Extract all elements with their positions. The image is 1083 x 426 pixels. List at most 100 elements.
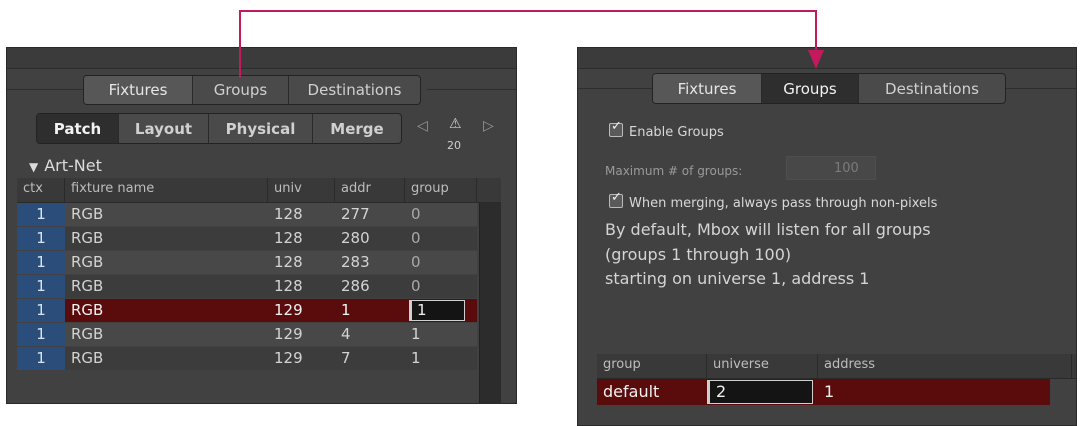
section-art-net[interactable]: ▼ Art-Net: [29, 156, 102, 175]
table-scrollbar[interactable]: [479, 203, 501, 403]
tabbar-separator: [578, 88, 652, 89]
univ-cell: 128: [274, 205, 303, 223]
group-edit-field[interactable]: 1: [409, 300, 465, 321]
left-panel: Fixtures Groups Destinations Patch Layou…: [6, 47, 517, 404]
enable-groups-label: Enable Groups: [629, 125, 724, 140]
tab-groups[interactable]: Groups: [762, 74, 859, 103]
ctx-badge: 1: [17, 227, 65, 250]
addr-cell: 277: [341, 205, 370, 223]
tab-merge[interactable]: Merge: [313, 114, 401, 143]
addr-cell: 283: [341, 253, 370, 271]
right-top-tabs: Fixtures Groups Destinations: [652, 73, 1006, 104]
left-panel-titlebar: [7, 48, 516, 69]
ctx-badge: 1: [17, 203, 65, 226]
col-spacer: [477, 178, 501, 202]
prev-arrow-icon[interactable]: ◁: [417, 118, 428, 134]
fixture-name-cell: RGB: [71, 253, 104, 271]
tabbar-separator: [7, 89, 83, 90]
fixture-name-cell: RGB: [71, 325, 104, 343]
table-row[interactable]: 1 RGB 129 7 1: [17, 347, 477, 370]
info-text-line: By default, Mbox will listen for all gro…: [605, 220, 931, 239]
ctx-badge: 1: [17, 275, 65, 298]
merge-passthrough-label: When merging, always pass through non-pi…: [629, 196, 938, 211]
fixture-name-cell: RGB: [71, 349, 104, 367]
col-group[interactable]: group: [597, 354, 707, 378]
tabbar-separator: [427, 89, 516, 90]
univ-cell: 129: [274, 325, 303, 343]
section-title: Art-Net: [44, 156, 102, 175]
addr-cell: 1: [341, 301, 351, 319]
right-panel: Fixtures Groups Destinations Enable Grou…: [577, 47, 1077, 426]
group-cell: 1: [411, 325, 421, 343]
fixture-table-body: 1 RGB 128 277 0 1 RGB 128 280 0 1 RGB 12…: [17, 203, 501, 403]
warning-icon: ⚠: [449, 116, 462, 132]
next-arrow-icon[interactable]: ▷: [483, 118, 494, 134]
group-cell: 0: [411, 253, 421, 271]
left-sub-tabs: Patch Layout Physical Merge: [36, 113, 402, 144]
tab-layout[interactable]: Layout: [119, 114, 209, 143]
fixture-table-header: ctx fixture name univ addr group: [17, 178, 501, 203]
checkbox-icon[interactable]: [609, 119, 623, 137]
tab-groups[interactable]: Groups: [193, 76, 289, 104]
univ-cell: 129: [274, 349, 303, 367]
group-cell: 1: [411, 349, 421, 367]
ctx-badge: 1: [17, 251, 65, 274]
col-address[interactable]: address: [818, 354, 1072, 378]
warning-count: 20: [447, 139, 461, 152]
max-groups-field[interactable]: [786, 156, 876, 180]
max-groups-value: 100: [834, 161, 859, 176]
table-row[interactable]: 1 RGB 128 286 0: [17, 275, 477, 298]
univ-cell: 128: [274, 253, 303, 271]
group-cell: 0: [411, 277, 421, 295]
info-text-line: (groups 1 through 100): [605, 245, 792, 264]
universe-edit-field[interactable]: 2: [707, 380, 813, 404]
table-row[interactable]: 1 RGB 128 277 0: [17, 203, 477, 226]
addr-cell: 286: [341, 277, 370, 295]
col-universe[interactable]: universe: [707, 354, 818, 378]
fixture-name-cell: RGB: [71, 229, 104, 247]
addr-cell: 7: [341, 349, 351, 367]
tab-fixtures[interactable]: Fixtures: [84, 76, 193, 104]
group-cell-container: 1: [405, 299, 477, 322]
enable-groups-checkbox[interactable]: Enable Groups: [609, 119, 724, 140]
col-addr[interactable]: addr: [335, 178, 405, 202]
fixture-name-cell: RGB: [71, 301, 104, 319]
universe-cell-container: 2: [707, 379, 818, 405]
info-text-line: starting on universe 1, address 1: [605, 269, 870, 288]
table-row[interactable]: 1 RGB 129 4 1: [17, 323, 477, 346]
univ-cell: 128: [274, 277, 303, 295]
col-group[interactable]: group: [405, 178, 477, 202]
merge-passthrough-checkbox[interactable]: When merging, always pass through non-pi…: [609, 190, 938, 211]
group-cell: default: [603, 382, 660, 401]
univ-cell: 128: [274, 229, 303, 247]
table-row[interactable]: 1 RGB 128 283 0: [17, 251, 477, 274]
ctx-badge: 1: [17, 299, 65, 322]
ctx-badge: 1: [17, 323, 65, 346]
table-row[interactable]: 1 RGB 128 280 0: [17, 227, 477, 250]
right-panel-titlebar: [578, 48, 1076, 69]
disclosure-triangle-icon[interactable]: ▼: [29, 160, 38, 174]
max-groups-label: Maximum # of groups:: [605, 164, 743, 178]
fixture-name-cell: RGB: [71, 277, 104, 295]
univ-cell: 129: [274, 301, 303, 319]
col-univ[interactable]: univ: [268, 178, 335, 202]
col-ctx[interactable]: ctx: [17, 178, 65, 202]
groups-table-header: group universe address: [597, 354, 1076, 379]
addr-cell: 280: [341, 229, 370, 247]
tabbar-separator: [1004, 88, 1076, 89]
group-cell: 0: [411, 205, 421, 223]
table-row-selected[interactable]: default 2 1: [597, 379, 1050, 405]
tab-patch[interactable]: Patch: [37, 114, 119, 143]
tab-physical[interactable]: Physical: [209, 114, 313, 143]
checkbox-icon[interactable]: [609, 190, 623, 208]
ctx-badge: 1: [17, 347, 65, 370]
col-fixture-name[interactable]: fixture name: [65, 178, 268, 202]
tab-destinations[interactable]: Destinations: [289, 76, 420, 104]
address-cell: 1: [824, 382, 835, 401]
tab-fixtures[interactable]: Fixtures: [653, 74, 762, 103]
left-top-tabs: Fixtures Groups Destinations: [83, 75, 421, 105]
group-cell: 0: [411, 229, 421, 247]
table-row-selected[interactable]: 1 RGB 129 1 1: [17, 299, 477, 322]
fixture-name-cell: RGB: [71, 205, 104, 223]
tab-destinations[interactable]: Destinations: [859, 74, 1005, 103]
